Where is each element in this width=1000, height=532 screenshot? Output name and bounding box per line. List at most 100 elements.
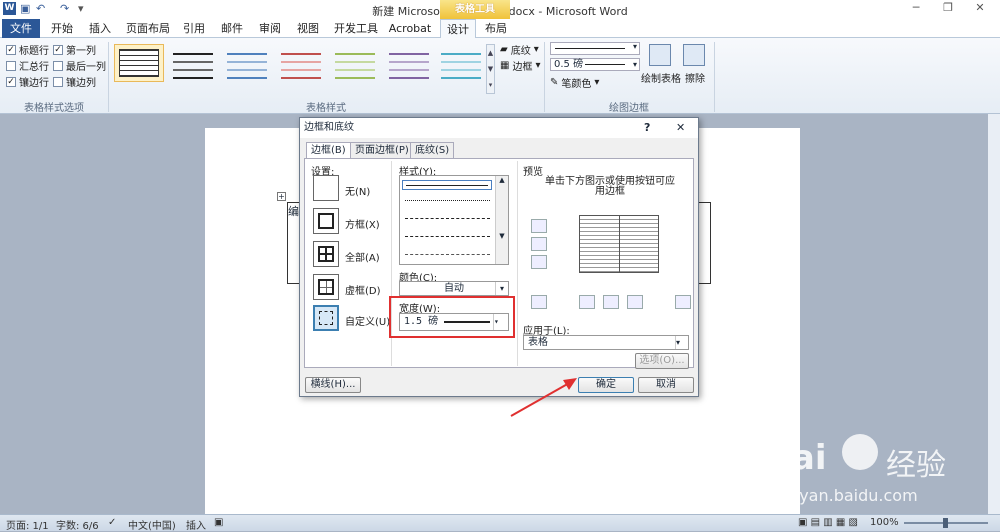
proofing-icon[interactable]: ✓ xyxy=(108,517,116,528)
zoom-level[interactable]: 100% xyxy=(870,517,899,528)
insert-mode[interactable]: 插入 xyxy=(186,517,206,532)
zoom-slider-handle[interactable] xyxy=(943,518,948,528)
table-move-handle-icon[interactable]: + xyxy=(277,192,286,201)
word-count[interactable]: 字数: 6/6 xyxy=(56,517,99,532)
restore-icon[interactable]: ❐ xyxy=(934,1,962,17)
dialog-title: 边框和底纹 xyxy=(300,118,698,138)
macro-icon[interactable]: ▣ xyxy=(214,517,223,528)
pen-color-button[interactable]: ✎ 笔颜色 ▾ xyxy=(550,75,599,90)
paw-icon xyxy=(842,434,878,470)
eraser-icon[interactable] xyxy=(683,44,705,66)
inside-vertical-border-icon[interactable] xyxy=(603,295,619,309)
checkbox-header-row[interactable]: ✓ 标题行 xyxy=(6,42,49,57)
view-mode-icons[interactable]: ▣ ▤ ▥ ▦ ▧ xyxy=(798,517,858,528)
tab-view[interactable]: 视图 xyxy=(290,19,326,38)
line-weight-dropdown[interactable]: 0.5 磅 ▾ xyxy=(550,58,640,71)
cancel-button[interactable]: 取消 xyxy=(638,377,694,393)
table-style-cyan[interactable] xyxy=(436,44,486,82)
tab-design[interactable]: 设计 xyxy=(440,19,476,39)
tab-page-border[interactable]: 页面边框(P) xyxy=(350,142,414,158)
table-style-dark[interactable] xyxy=(168,44,218,82)
setting-grid[interactable]: 虚框(D) xyxy=(345,282,381,297)
minimize-icon[interactable]: ─ xyxy=(902,1,930,17)
preview-label: 预览 xyxy=(523,167,543,178)
page-count[interactable]: 页面: 1/1 xyxy=(6,517,49,532)
setting-box[interactable]: 方框(X) xyxy=(345,216,380,231)
checkbox-banded-columns[interactable]: 镶边列 xyxy=(53,74,96,89)
table-style-blue[interactable] xyxy=(222,44,272,82)
right-border-icon[interactable] xyxy=(627,295,643,309)
tab-developer[interactable]: 开发工具 xyxy=(330,19,382,38)
options-button[interactable]: 选项(O)... xyxy=(635,353,689,369)
setting-custom-icon[interactable] xyxy=(313,305,339,331)
group-label-draw-borders: 绘图边框 xyxy=(609,103,649,114)
setting-box-icon[interactable] xyxy=(313,208,339,234)
help-icon[interactable]: ? xyxy=(644,121,650,134)
style-list-scrollbar[interactable]: ▲ ▼ xyxy=(495,176,508,264)
close-window-icon[interactable]: ✕ xyxy=(966,1,994,17)
table-styles-scroll[interactable]: ▲ ▼ ▾ xyxy=(486,44,495,94)
status-bar: 页面: 1/1 字数: 6/6 ✓ 中文(中国) 插入 ▣ ▣ ▤ ▥ ▦ ▧ … xyxy=(0,514,1000,532)
watermark-url: jingyan.baidu.com xyxy=(770,486,918,505)
watermark-brand2: 经验 xyxy=(886,448,946,483)
setting-all-icon[interactable] xyxy=(313,241,339,267)
table-style-grid[interactable] xyxy=(114,44,164,82)
chevron-down-icon: ▾ xyxy=(495,282,508,295)
table-tools-context-label: 表格工具 xyxy=(440,0,510,19)
baidu-watermark: Bai 经验 jingyan.baidu.com xyxy=(760,420,990,520)
line-style-list[interactable]: ▲ ▼ xyxy=(399,175,509,265)
tab-mailings[interactable]: 邮件 xyxy=(214,19,250,38)
color-dropdown[interactable]: 自动 ▾ xyxy=(399,281,509,296)
checkbox-total-row[interactable]: 汇总行 xyxy=(6,58,49,73)
left-border-icon[interactable] xyxy=(579,295,595,309)
preview-hint: 单击下方图示或使用按钮可应用边框 xyxy=(545,176,675,197)
top-border-icon[interactable] xyxy=(531,219,547,233)
table-style-purple[interactable] xyxy=(384,44,434,82)
table-style-green[interactable] xyxy=(330,44,380,82)
group-label-style-options: 表格样式选项 xyxy=(24,103,84,114)
borders-shading-dialog: 边框和底纹 ? ✕ 边框(B) 页面边框(P) 底纹(S) 设置: 无(N) 方… xyxy=(299,117,699,397)
tab-home[interactable]: 开始 xyxy=(44,19,80,38)
borders-button[interactable]: ▦ 边框 ▾ xyxy=(500,58,540,73)
setting-none[interactable]: 无(N) xyxy=(345,183,370,198)
setting-custom[interactable]: 自定义(U) xyxy=(345,313,390,328)
table-style-red[interactable] xyxy=(276,44,326,82)
draw-table-button[interactable]: 绘制表格 xyxy=(641,70,681,85)
diagonal-down-border-icon[interactable] xyxy=(531,295,547,309)
line-style-dropdown[interactable]: ▾ xyxy=(550,42,640,55)
tab-borders[interactable]: 边框(B) xyxy=(306,142,351,159)
tab-table-layout[interactable]: 布局 xyxy=(478,19,514,38)
language[interactable]: 中文(中国) xyxy=(128,517,176,532)
close-icon[interactable]: ✕ xyxy=(676,121,685,134)
tab-references[interactable]: 引用 xyxy=(176,19,212,38)
checkbox-banded-rows[interactable]: ✓ 镶边行 xyxy=(6,74,49,89)
bottom-border-icon[interactable] xyxy=(531,255,547,269)
checkbox-last-column[interactable]: 最后一列 xyxy=(53,58,106,73)
tab-shading[interactable]: 底纹(S) xyxy=(410,142,455,158)
pen-icon: ✎ xyxy=(550,77,559,88)
document-table-right-edge xyxy=(697,202,711,284)
highlight-box xyxy=(389,296,515,338)
border-preview[interactable] xyxy=(573,209,665,279)
draw-table-icon[interactable] xyxy=(649,44,671,66)
diagonal-up-border-icon[interactable] xyxy=(675,295,691,309)
ribbon: ✓ 标题行 ✓ 第一列 汇总行 最后一列 ✓ 镶边行 镶边列 表格样式选项 ▲ ▼ ▾ ▰… xyxy=(0,38,1000,114)
ok-button[interactable]: 确定 xyxy=(578,377,634,393)
inside-horizontal-border-icon[interactable] xyxy=(531,237,547,251)
shading-icon: ▰ xyxy=(500,44,508,55)
eraser-button[interactable]: 擦除 xyxy=(685,70,705,85)
tab-insert[interactable]: 插入 xyxy=(82,19,118,38)
shading-button[interactable]: ▰ 底纹 ▾ xyxy=(500,42,539,57)
borders-icon: ▦ xyxy=(500,60,510,71)
checkbox-first-column[interactable]: ✓ 第一列 xyxy=(53,42,96,57)
tab-review[interactable]: 审阅 xyxy=(252,19,288,38)
tab-file[interactable]: 文件 xyxy=(2,19,40,38)
setting-all[interactable]: 全部(A) xyxy=(345,249,380,264)
watermark-brand: Bai xyxy=(766,438,827,478)
apply-to-dropdown[interactable]: 表格 ▾ xyxy=(523,335,689,350)
horizontal-line-button[interactable]: 横线(H)... xyxy=(305,377,361,393)
setting-grid-icon[interactable] xyxy=(313,274,339,300)
tab-acrobat[interactable]: Acrobat xyxy=(386,19,434,38)
tab-page-layout[interactable]: 页面布局 xyxy=(122,19,174,38)
setting-none-icon[interactable] xyxy=(313,175,339,201)
